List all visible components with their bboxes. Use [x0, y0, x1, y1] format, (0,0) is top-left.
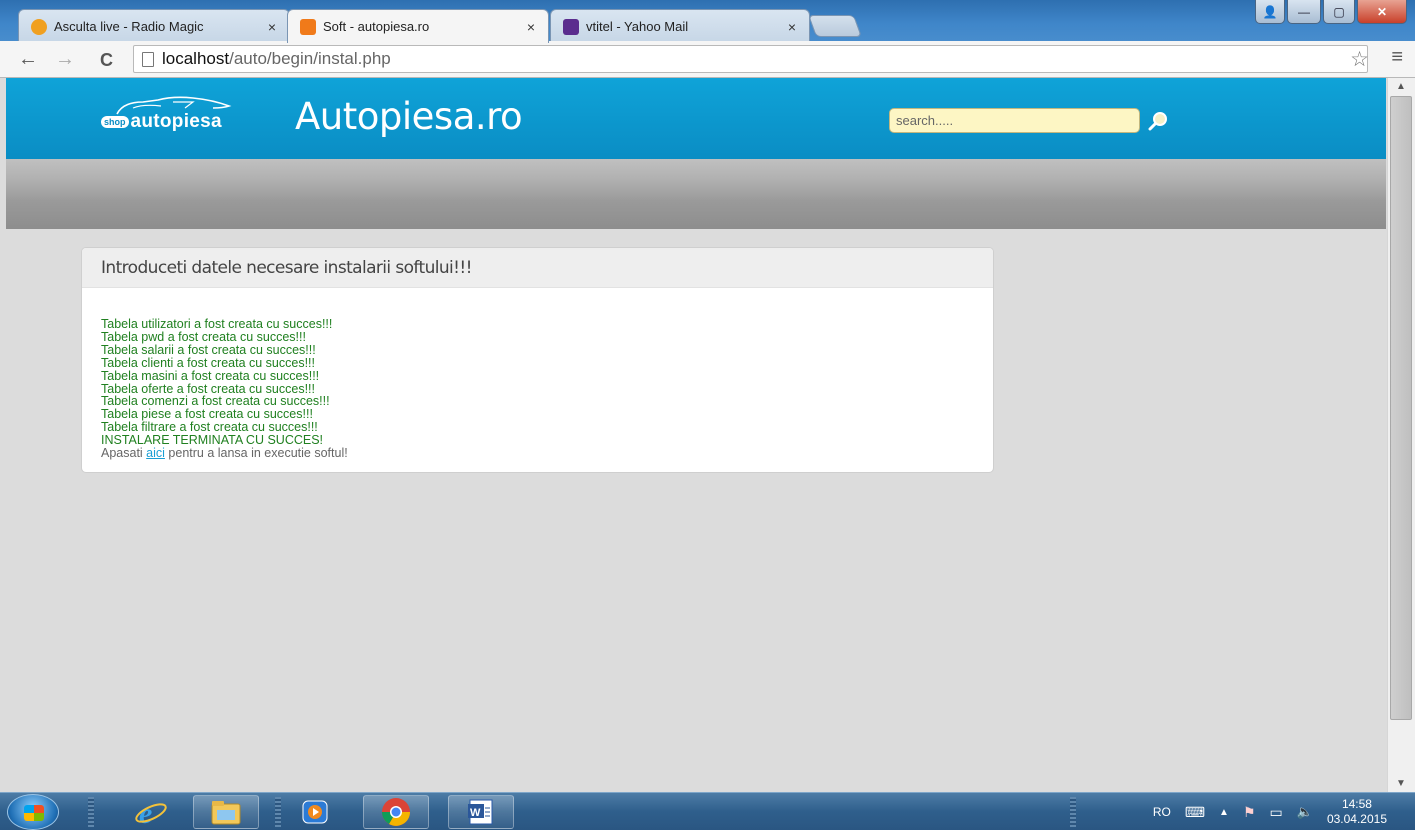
site-logo[interactable]: shop autopiesa	[101, 94, 261, 139]
scroll-down-icon[interactable]: ▼	[1396, 778, 1406, 789]
taskbar-grip	[1070, 797, 1076, 827]
url-host: localhost	[162, 49, 230, 68]
show-hidden-icons-icon[interactable]: ▲	[1219, 807, 1229, 818]
scroll-up-icon[interactable]: ▲	[1396, 81, 1406, 92]
tab-title: Asculta live - Radio Magic	[54, 19, 204, 34]
site-header: shop autopiesa Autopiesa.ro search.....	[6, 78, 1386, 159]
mail-favicon-icon	[563, 18, 579, 35]
tab-radio-magic[interactable]: Asculta live - Radio Magic ×	[18, 9, 290, 43]
web-page: shop autopiesa Autopiesa.ro search..... …	[6, 78, 1386, 792]
word-icon: W	[468, 799, 493, 825]
xampp-favicon-icon	[300, 18, 316, 35]
address-bar[interactable]: localhost /auto/begin/instal.php	[133, 45, 1368, 73]
volume-icon[interactable]: 🔈	[1297, 804, 1313, 820]
action-center-flag-icon[interactable]: ⚑	[1243, 804, 1256, 821]
browser-chrome: Asculta live - Radio Magic × Soft - auto…	[0, 0, 1415, 78]
start-button[interactable]	[7, 794, 59, 830]
url-path: /auto/begin/instal.php	[229, 49, 391, 68]
reload-icon[interactable]: C	[100, 50, 113, 71]
clock-date: 03.04.2015	[1326, 812, 1387, 826]
tab-close-icon[interactable]: ×	[265, 19, 279, 35]
launch-text-after: pentru a lansa in executie softul!	[164, 446, 348, 461]
logo-wordmark: autopiesa	[130, 111, 222, 132]
clock-time: 14:58	[1341, 797, 1372, 811]
chrome-menu-icon[interactable]: ≡	[1391, 46, 1403, 69]
taskbar-grip	[88, 797, 94, 827]
network-icon[interactable]: ▭	[1270, 804, 1283, 821]
status-message: Tabela utilizatori a fost creata cu succ…	[101, 317, 333, 331]
tab-close-icon[interactable]: ×	[785, 19, 799, 35]
panel-heading: Introduceti datele necesare instalarii s…	[82, 248, 993, 288]
logo-shop-badge: shop	[101, 116, 129, 128]
internet-explorer-button[interactable]: e	[118, 795, 184, 829]
radio-favicon-icon	[31, 18, 47, 35]
tab-close-icon[interactable]: ×	[524, 19, 538, 35]
tab-strip: Asculta live - Radio Magic × Soft - auto…	[0, 0, 1415, 43]
windows-taskbar: e W RO ⌨ ▲ ⚑ ▭ 🔈 14:58 03.04.2015	[0, 792, 1415, 830]
language-indicator[interactable]: RO	[1153, 805, 1171, 819]
windows-logo-icon	[24, 805, 44, 821]
site-nav-bar	[6, 159, 1386, 229]
system-tray: RO ⌨ ▲ ⚑ ▭ 🔈 14:58 03.04.2015	[1153, 793, 1415, 830]
new-tab-button[interactable]	[807, 15, 863, 37]
media-player-button[interactable]	[290, 795, 340, 829]
tab-soft-autopiesa[interactable]: Soft - autopiesa.ro ×	[287, 9, 549, 43]
page-scrollbar[interactable]: ▲ ▼	[1387, 78, 1415, 792]
page-icon	[142, 51, 154, 67]
tab-title: Soft - autopiesa.ro	[323, 19, 430, 34]
tab-title: vtitel - Yahoo Mail	[586, 19, 689, 34]
taskbar-grip	[275, 797, 281, 827]
site-title: Autopiesa.ro	[295, 95, 523, 138]
windows-explorer-button[interactable]	[193, 795, 259, 829]
browser-toolbar: ← → C localhost /auto/begin/instal.php ☆…	[0, 41, 1415, 78]
chrome-button[interactable]	[363, 795, 429, 829]
window-controls: 👤 — ▢ ✕	[1255, 0, 1407, 24]
media-player-icon	[302, 800, 328, 824]
status-message: Tabela clienti a fost creata cu succes!!…	[101, 355, 315, 370]
scrollbar-thumb[interactable]	[1390, 96, 1412, 720]
keyboard-icon[interactable]: ⌨	[1185, 804, 1205, 821]
account-icon[interactable]: 👤	[1255, 0, 1285, 24]
launch-instruction: Apasati aici pentru a lansa in executie …	[101, 447, 993, 460]
svg-text:W: W	[470, 807, 481, 819]
launch-link[interactable]: aici	[146, 446, 165, 460]
back-arrow-icon[interactable]: ←	[18, 48, 38, 71]
tab-yahoo-mail[interactable]: vtitel - Yahoo Mail ×	[550, 9, 810, 43]
search-input[interactable]: search.....	[889, 108, 1140, 133]
install-panel: Introduceti datele necesare instalarii s…	[81, 247, 994, 473]
status-message: Tabela salarii a fost creata cu succes!!…	[101, 342, 316, 357]
clock[interactable]: 14:58 03.04.2015	[1327, 797, 1387, 827]
maximize-button[interactable]: ▢	[1323, 0, 1355, 24]
chrome-icon	[382, 798, 410, 826]
minimize-button[interactable]: —	[1287, 0, 1321, 24]
word-button[interactable]: W	[448, 795, 514, 829]
status-message: Tabela pwd a fost creata cu succes!!!	[101, 329, 306, 344]
logo-text: shop autopiesa	[101, 111, 222, 133]
search-icon[interactable]	[1147, 110, 1169, 132]
internet-explorer-icon: e	[135, 797, 167, 827]
close-window-button[interactable]: ✕	[1357, 0, 1407, 24]
status-message: Tabela masini a fost creata cu succes!!!	[101, 368, 320, 383]
bookmark-star-icon[interactable]: ☆	[1350, 47, 1369, 72]
forward-arrow-icon[interactable]: →	[55, 48, 75, 71]
launch-text-before: Apasati	[101, 446, 147, 461]
panel-body: Tabela utilizatori a fost creata cu succ…	[82, 288, 993, 460]
folder-icon	[211, 801, 241, 825]
